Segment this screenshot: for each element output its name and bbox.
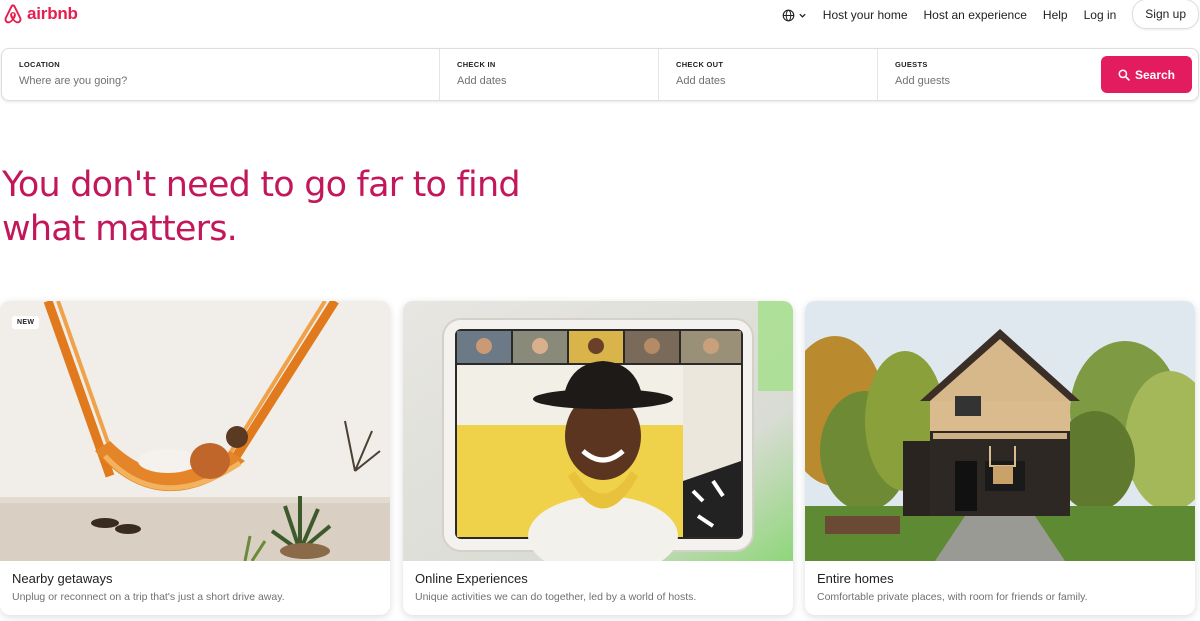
guests-input[interactable]: Add guests bbox=[895, 75, 1102, 87]
airbnb-logo[interactable]: airbnb bbox=[2, 3, 78, 25]
top-nav: Host your home Host an experience Help L… bbox=[782, 0, 1200, 30]
check-in-label: CHECK IN bbox=[457, 60, 496, 69]
log-in-link[interactable]: Log in bbox=[1084, 8, 1117, 22]
guests-label: GUESTS bbox=[895, 60, 928, 69]
search-button[interactable]: Search bbox=[1101, 56, 1192, 93]
card-online-experiences[interactable]: Online Experiences Unique activities we … bbox=[403, 301, 793, 615]
chevron-down-icon bbox=[799, 13, 806, 18]
sign-up-button[interactable]: Sign up bbox=[1132, 0, 1199, 29]
top-header: airbnb Host your home Host an experience… bbox=[0, 0, 1200, 44]
search-button-label: Search bbox=[1134, 67, 1176, 82]
check-out-label: CHECK OUT bbox=[676, 60, 724, 69]
airbnb-logo-icon bbox=[4, 4, 22, 24]
hero-heading: You don't need to go far to find what ma… bbox=[2, 163, 562, 251]
video-call-photo bbox=[403, 301, 793, 561]
check-out-field[interactable]: CHECK OUT Add dates bbox=[658, 49, 877, 100]
search-bar: LOCATION Where are you going? CHECK IN A… bbox=[1, 48, 1199, 101]
host-your-home-link[interactable]: Host your home bbox=[823, 8, 908, 22]
hero-line-2: what matters. bbox=[2, 209, 238, 249]
card-subtitle: Comfortable private places, with room fo… bbox=[817, 591, 1088, 603]
card-nearby-getaways[interactable]: NEW Nearby getaways Unplug or reconnect … bbox=[0, 301, 390, 615]
host-an-experience-link[interactable]: Host an experience bbox=[924, 8, 1027, 22]
help-link[interactable]: Help bbox=[1043, 8, 1068, 22]
airbnb-wordmark: airbnb bbox=[27, 4, 78, 23]
check-in-field[interactable]: CHECK IN Add dates bbox=[439, 49, 658, 100]
hero-line-1: You don't need to go far to find bbox=[2, 165, 521, 205]
check-in-input[interactable]: Add dates bbox=[457, 75, 658, 87]
globe-icon bbox=[782, 9, 795, 21]
card-subtitle: Unique activities we can do together, le… bbox=[415, 591, 697, 603]
cabin-photo bbox=[805, 301, 1195, 561]
location-field[interactable]: LOCATION Where are you going? bbox=[2, 49, 439, 100]
guests-field[interactable]: GUESTS Add guests bbox=[877, 49, 1102, 100]
check-out-input[interactable]: Add dates bbox=[676, 75, 877, 87]
language-selector[interactable] bbox=[782, 9, 807, 22]
card-entire-homes[interactable]: Entire homes Comfortable private places,… bbox=[805, 301, 1195, 615]
new-badge: NEW bbox=[12, 316, 40, 329]
hammock-photo: NEW bbox=[0, 301, 390, 561]
location-input[interactable]: Where are you going? bbox=[19, 75, 439, 87]
card-title: Online Experiences bbox=[415, 571, 528, 586]
card-title: Nearby getaways bbox=[12, 571, 113, 586]
location-label: LOCATION bbox=[19, 60, 61, 69]
search-icon bbox=[1118, 69, 1130, 81]
card-title: Entire homes bbox=[817, 571, 894, 586]
card-subtitle: Unplug or reconnect on a trip that's jus… bbox=[12, 591, 285, 603]
